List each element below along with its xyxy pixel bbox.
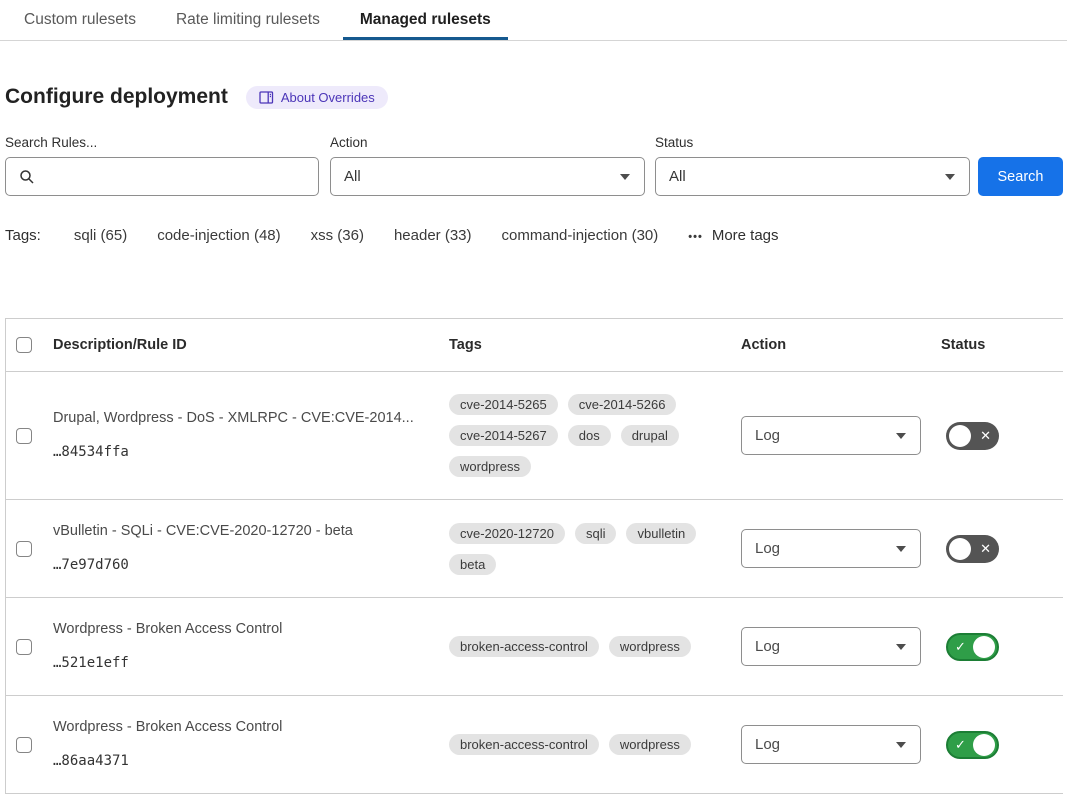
- search-input[interactable]: [5, 157, 319, 196]
- status-toggle[interactable]: ✕: [946, 535, 999, 563]
- tag-pill: cve-2014-5266: [568, 394, 677, 415]
- tag-pill: vbulletin: [626, 523, 696, 544]
- table-row: vBulletin - SQLi - CVE:CVE-2020-12720 - …: [6, 500, 1063, 598]
- search-button[interactable]: Search: [978, 157, 1063, 196]
- book-icon: [259, 91, 274, 104]
- tag-pill: wordpress: [449, 456, 531, 477]
- status-filter-label: Status: [655, 135, 970, 150]
- tag-pill: cve-2014-5265: [449, 394, 558, 415]
- tag-pill: beta: [449, 554, 496, 575]
- chevron-down-icon: [896, 433, 906, 439]
- tab-rate-limiting-rulesets[interactable]: Rate limiting rulesets: [159, 0, 337, 40]
- tag-pill: drupal: [621, 425, 679, 446]
- tag-filter-command-injection[interactable]: command-injection (30): [502, 227, 659, 244]
- chevron-down-icon: [896, 644, 906, 650]
- about-overrides-badge[interactable]: About Overrides: [246, 86, 388, 109]
- tags-bar-label: Tags:: [5, 227, 41, 244]
- tag-pill: sqli: [575, 523, 617, 544]
- status-toggle[interactable]: ✓: [946, 731, 999, 759]
- tab-custom-rulesets[interactable]: Custom rulesets: [7, 0, 153, 40]
- status-filter-select[interactable]: All: [655, 157, 970, 196]
- table-header-row: Description/Rule ID Tags Action Status: [6, 319, 1063, 372]
- tag-pill: cve-2014-5267: [449, 425, 558, 446]
- status-toggle[interactable]: ✓: [946, 633, 999, 661]
- status-filter-value: All: [669, 168, 686, 185]
- search-icon: [19, 169, 35, 185]
- ruleset-tab-bar: Custom rulesetsRate limiting rulesetsMan…: [0, 0, 1067, 41]
- about-overrides-label: About Overrides: [281, 90, 375, 105]
- more-tags-icon: •••: [688, 231, 703, 243]
- select-all-checkbox[interactable]: [16, 337, 32, 353]
- rule-id: …86aa4371: [53, 752, 449, 771]
- rule-id: …521e1eff: [53, 654, 449, 673]
- x-icon: ✕: [980, 542, 991, 555]
- rule-description: Wordpress - Broken Access Control: [53, 620, 449, 639]
- chevron-down-icon: [896, 546, 906, 552]
- rule-id: …84534ffa: [53, 443, 449, 462]
- search-rules-label: Search Rules...: [5, 135, 319, 150]
- tag-pill: cve-2020-12720: [449, 523, 565, 544]
- action-dropdown-value: Log: [755, 427, 780, 444]
- check-icon: ✓: [955, 640, 966, 653]
- rule-description: Drupal, Wordpress - DoS - XMLRPC - CVE:C…: [53, 409, 449, 428]
- page-header: Configure deployment About Overrides: [5, 85, 1063, 109]
- page-title: Configure deployment: [5, 85, 228, 109]
- tab-managed-rulesets[interactable]: Managed rulesets: [343, 0, 508, 40]
- column-header-description: Description/Rule ID: [53, 337, 449, 353]
- action-filter-value: All: [344, 168, 361, 185]
- table-row: Wordpress - Broken Access Control …521e1…: [6, 598, 1063, 696]
- tag-pill: broken-access-control: [449, 734, 599, 755]
- tag-pill: dos: [568, 425, 611, 446]
- chevron-down-icon: [945, 174, 955, 180]
- toggle-knob: [973, 636, 995, 658]
- rules-table: Description/Rule ID Tags Action Status D…: [5, 318, 1063, 794]
- action-dropdown[interactable]: Log: [741, 725, 921, 764]
- table-row: Drupal, Wordpress - DoS - XMLRPC - CVE:C…: [6, 372, 1063, 500]
- action-dropdown-value: Log: [755, 638, 780, 655]
- tags-bar: Tags: sqli (65) code-injection (48) xss (3…: [5, 227, 1063, 244]
- tag-pill: broken-access-control: [449, 636, 599, 657]
- row-checkbox[interactable]: [16, 639, 32, 655]
- row-checkbox[interactable]: [16, 428, 32, 444]
- action-dropdown-value: Log: [755, 540, 780, 557]
- action-dropdown-value: Log: [755, 736, 780, 753]
- toggle-knob: [973, 734, 995, 756]
- action-dropdown[interactable]: Log: [741, 416, 921, 455]
- action-dropdown[interactable]: Log: [741, 627, 921, 666]
- column-header-tags: Tags: [449, 337, 741, 353]
- rule-tags: cve-2020-12720 sqli vbulletin beta: [449, 523, 704, 575]
- table-row: Wordpress - Broken Access Control …86aa4…: [6, 696, 1063, 794]
- tag-pill: wordpress: [609, 636, 691, 657]
- tag-filter-sqli[interactable]: sqli (65): [74, 227, 127, 244]
- filters-row: Search Rules... Action All Status: [5, 135, 1063, 196]
- rule-tags: cve-2014-5265 cve-2014-5266 cve-2014-5267 d…: [449, 394, 704, 477]
- rule-tags: broken-access-control wordpress: [449, 734, 704, 755]
- rule-tags: broken-access-control wordpress: [449, 636, 704, 657]
- rule-description: Wordpress - Broken Access Control: [53, 718, 449, 737]
- action-filter-select[interactable]: All: [330, 157, 645, 196]
- toggle-knob: [949, 425, 971, 447]
- more-tags-label: More tags: [712, 227, 779, 244]
- more-tags-button[interactable]: ••• More tags: [688, 227, 778, 244]
- toggle-knob: [949, 538, 971, 560]
- column-header-status: Status: [941, 337, 1063, 353]
- tag-filter-header[interactable]: header (33): [394, 227, 472, 244]
- rule-id: …7e97d760: [53, 556, 449, 575]
- check-icon: ✓: [955, 738, 966, 751]
- chevron-down-icon: [620, 174, 630, 180]
- row-checkbox[interactable]: [16, 541, 32, 557]
- tag-filter-xss[interactable]: xss (36): [311, 227, 364, 244]
- row-checkbox[interactable]: [16, 737, 32, 753]
- x-icon: ✕: [980, 429, 991, 442]
- column-header-action: Action: [741, 337, 941, 353]
- action-filter-label: Action: [330, 135, 645, 150]
- rule-description: vBulletin - SQLi - CVE:CVE-2020-12720 - …: [53, 522, 449, 541]
- status-toggle[interactable]: ✕: [946, 422, 999, 450]
- tag-filter-code-injection[interactable]: code-injection (48): [157, 227, 280, 244]
- action-dropdown[interactable]: Log: [741, 529, 921, 568]
- tag-pill: wordpress: [609, 734, 691, 755]
- chevron-down-icon: [896, 742, 906, 748]
